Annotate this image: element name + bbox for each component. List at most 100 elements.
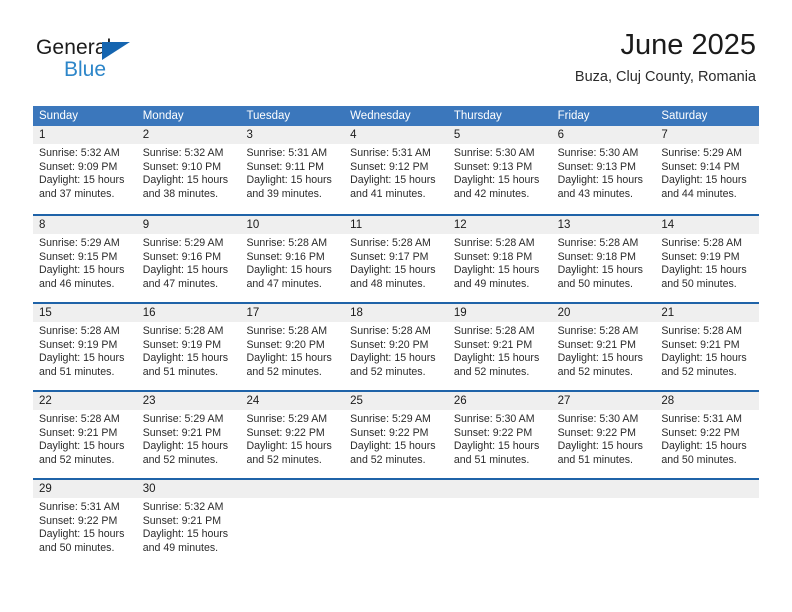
calendar-day-cell[interactable]: 4 Sunrise: 5:31 AM Sunset: 9:12 PM Dayli… [344,126,448,214]
calendar-day-cell-empty [344,480,448,566]
location-subtitle: Buza, Cluj County, Romania [574,69,756,85]
general-blue-logo: General Blue [36,36,216,86]
day-details: Sunrise: 5:30 AM Sunset: 9:22 PM Dayligh… [448,410,552,467]
daylight-line-1: Daylight: 15 hours [142,440,229,453]
weekday-header-saturday: Saturday [661,110,708,122]
calendar-day-cell[interactable]: 8 Sunrise: 5:29 AM Sunset: 9:15 PM Dayli… [33,216,137,302]
calendar-day-cell[interactable]: 13 Sunrise: 5:28 AM Sunset: 9:18 PM Dayl… [551,216,656,302]
page-header: General Blue June 2025 Buza, Cluj County… [0,0,792,100]
day-number: 27 [551,392,656,410]
daylight-line-1: Daylight: 15 hours [142,352,229,365]
daylight-line-2: and 51 minutes. [142,365,219,378]
calendar-day-cell[interactable]: 9 Sunrise: 5:29 AM Sunset: 9:16 PM Dayli… [136,216,241,302]
calendar-day-cell[interactable]: 27 Sunrise: 5:30 AM Sunset: 9:22 PM Dayl… [551,392,656,478]
sunset-line: Sunset: 9:16 PM [246,250,325,263]
day-number: 10 [240,216,345,234]
calendar-week-row: 15 Sunrise: 5:28 AM Sunset: 9:19 PM Dayl… [33,302,760,390]
calendar-day-cell[interactable]: 15 Sunrise: 5:28 AM Sunset: 9:19 PM Dayl… [33,304,137,390]
sunset-line: Sunset: 9:22 PM [661,426,740,439]
calendar-day-cell[interactable]: 2 Sunrise: 5:32 AM Sunset: 9:10 PM Dayli… [136,126,241,214]
daylight-line-1: Daylight: 15 hours [557,352,643,365]
sunset-line: Sunset: 9:22 PM [39,514,118,527]
page-title: June 2025 [620,29,756,61]
day-number: 22 [33,392,137,410]
day-details: Sunrise: 5:28 AM Sunset: 9:17 PM Dayligh… [344,234,448,291]
calendar-day-cell[interactable]: 10 Sunrise: 5:28 AM Sunset: 9:16 PM Dayl… [240,216,345,302]
daylight-line-2: and 52 minutes. [661,365,737,378]
daylight-line-2: and 47 minutes. [142,277,219,290]
calendar-day-cell[interactable]: 21 Sunrise: 5:28 AM Sunset: 9:21 PM Dayl… [655,304,760,390]
calendar-day-cell[interactable]: 6 Sunrise: 5:30 AM Sunset: 9:13 PM Dayli… [551,126,656,214]
sunrise-line: Sunrise: 5:31 AM [39,501,120,513]
calendar-day-cell-empty [447,480,552,566]
day-details: Sunrise: 5:32 AM Sunset: 9:10 PM Dayligh… [137,144,241,201]
day-details: Sunrise: 5:28 AM Sunset: 9:18 PM Dayligh… [552,234,656,291]
calendar-day-cell[interactable]: 22 Sunrise: 5:28 AM Sunset: 9:21 PM Dayl… [33,392,137,478]
calendar-day-cell[interactable]: 28 Sunrise: 5:31 AM Sunset: 9:22 PM Dayl… [655,392,760,478]
daylight-line-2: and 43 minutes. [557,187,633,200]
logo-text-blue: Blue [64,58,107,81]
sunset-line: Sunset: 9:18 PM [557,250,636,263]
sunrise-line: Sunrise: 5:28 AM [350,325,431,337]
daylight-line-2: and 37 minutes. [39,187,115,200]
calendar-day-cell[interactable]: 19 Sunrise: 5:28 AM Sunset: 9:21 PM Dayl… [447,304,552,390]
daylight-line-1: Daylight: 15 hours [39,352,125,365]
calendar-day-cell[interactable]: 20 Sunrise: 5:28 AM Sunset: 9:21 PM Dayl… [551,304,656,390]
sunrise-line: Sunrise: 5:32 AM [39,147,120,159]
sunrise-line: Sunrise: 5:29 AM [142,413,224,425]
day-details: Sunrise: 5:30 AM Sunset: 9:22 PM Dayligh… [552,410,656,467]
calendar-day-cell[interactable]: 1 Sunrise: 5:32 AM Sunset: 9:09 PM Dayli… [33,126,137,214]
daylight-line-2: and 49 minutes. [453,277,530,290]
day-details: Sunrise: 5:28 AM Sunset: 9:21 PM Dayligh… [448,322,552,379]
calendar-day-cell[interactable]: 23 Sunrise: 5:29 AM Sunset: 9:21 PM Dayl… [136,392,241,478]
sunset-line: Sunset: 9:11 PM [246,160,324,173]
calendar-day-cell[interactable]: 11 Sunrise: 5:28 AM Sunset: 9:17 PM Dayl… [344,216,448,302]
sunset-line: Sunset: 9:10 PM [142,160,222,173]
sunset-line: Sunset: 9:21 PM [453,338,533,351]
day-number: 16 [136,304,241,322]
daylight-line-2: and 50 minutes. [661,277,737,290]
daylight-line-1: Daylight: 15 hours [557,440,643,453]
sunset-line: Sunset: 9:19 PM [661,250,740,263]
day-details: Sunrise: 5:29 AM Sunset: 9:15 PM Dayligh… [33,234,137,291]
day-number: 3 [240,126,345,144]
day-number: 1 [33,126,137,144]
daylight-line-1: Daylight: 15 hours [453,352,540,365]
day-number: 14 [655,216,760,234]
calendar-day-cell[interactable]: 12 Sunrise: 5:28 AM Sunset: 9:18 PM Dayl… [447,216,552,302]
calendar-day-cell[interactable]: 17 Sunrise: 5:28 AM Sunset: 9:20 PM Dayl… [240,304,345,390]
daylight-line-2: and 52 minutes. [142,453,219,466]
calendar-day-cell[interactable]: 30 Sunrise: 5:32 AM Sunset: 9:21 PM Dayl… [136,480,241,566]
daylight-line-2: and 46 minutes. [39,277,115,290]
calendar-day-cell[interactable]: 3 Sunrise: 5:31 AM Sunset: 9:11 PM Dayli… [240,126,345,214]
sunset-line: Sunset: 9:16 PM [142,250,222,263]
daylight-line-1: Daylight: 15 hours [453,264,540,277]
calendar-day-cell[interactable]: 16 Sunrise: 5:28 AM Sunset: 9:19 PM Dayl… [136,304,241,390]
title-block: June 2025 Buza, Cluj County, Romania [575,28,756,86]
calendar-day-cell[interactable]: 29 Sunrise: 5:31 AM Sunset: 9:22 PM Dayl… [33,480,137,566]
daylight-line-2: and 52 minutes. [39,453,115,466]
calendar-day-cell[interactable]: 24 Sunrise: 5:29 AM Sunset: 9:22 PM Dayl… [240,392,345,478]
sunrise-line: Sunrise: 5:31 AM [350,147,431,159]
calendar-day-cell[interactable]: 14 Sunrise: 5:28 AM Sunset: 9:19 PM Dayl… [655,216,760,302]
calendar-day-cell[interactable]: 26 Sunrise: 5:30 AM Sunset: 9:22 PM Dayl… [447,392,552,478]
sunrise-line: Sunrise: 5:28 AM [39,325,120,337]
calendar-day-cell[interactable]: 18 Sunrise: 5:28 AM Sunset: 9:20 PM Dayl… [344,304,448,390]
daylight-line-1: Daylight: 15 hours [246,264,332,277]
daylight-line-2: and 52 minutes. [453,365,530,378]
daylight-line-1: Daylight: 15 hours [39,264,125,277]
calendar-day-cell[interactable]: 7 Sunrise: 5:29 AM Sunset: 9:14 PM Dayli… [655,126,760,214]
sunset-line: Sunset: 9:13 PM [557,160,636,173]
day-number: 8 [33,216,137,234]
weekday-header-friday: Friday [557,110,590,122]
calendar-day-cell[interactable]: 25 Sunrise: 5:29 AM Sunset: 9:22 PM Dayl… [344,392,448,478]
daylight-line-2: and 52 minutes. [246,365,322,378]
calendar-day-cell[interactable]: 5 Sunrise: 5:30 AM Sunset: 9:13 PM Dayli… [447,126,552,214]
daylight-line-2: and 49 minutes. [142,541,219,554]
day-number: 21 [655,304,760,322]
day-details: Sunrise: 5:28 AM Sunset: 9:16 PM Dayligh… [240,234,344,291]
sunset-line: Sunset: 9:20 PM [350,338,429,351]
sunset-line: Sunset: 9:21 PM [661,338,740,351]
day-details: Sunrise: 5:32 AM Sunset: 9:21 PM Dayligh… [137,498,241,555]
sunrise-line: Sunrise: 5:28 AM [661,237,742,249]
